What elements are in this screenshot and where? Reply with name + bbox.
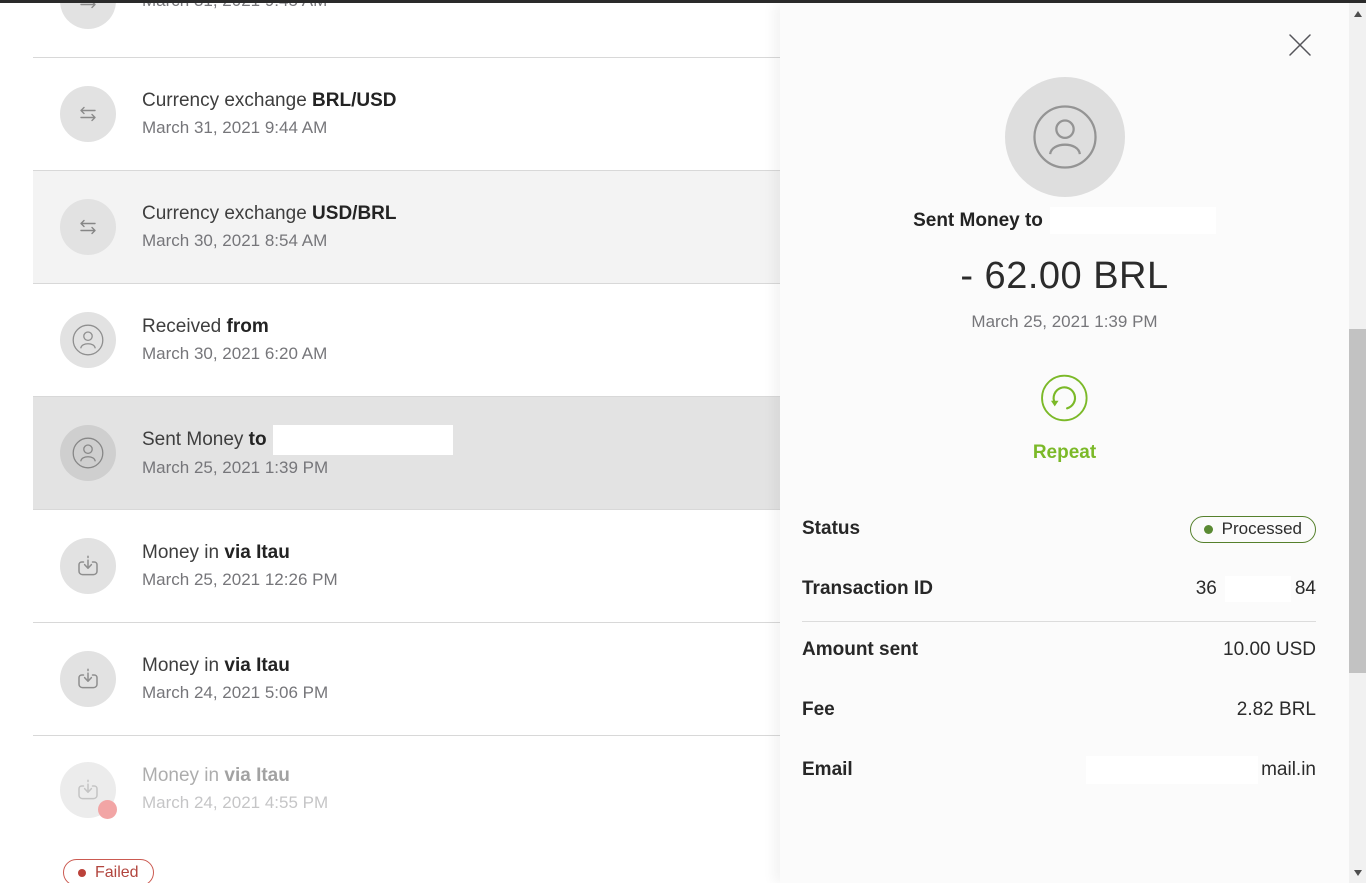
currency-exchange-icon xyxy=(76,215,100,239)
transaction-row-money-in-2[interactable]: Money in via Itau March 24, 2021 5:06 PM xyxy=(33,623,780,736)
transaction-amount: - 62.00 BRL xyxy=(780,255,1349,298)
transaction-date: March 25, 2021 1:39 PM xyxy=(780,312,1349,332)
row-date: March 30, 2021 6:20 AM xyxy=(142,341,327,367)
money-in-icon xyxy=(72,550,104,582)
status-badge: Processed xyxy=(1190,516,1316,543)
transaction-list: March 31, 2021 9:45 AM Currency exchange… xyxy=(0,3,780,883)
transaction-id-value: 36 84 xyxy=(1196,576,1316,602)
row-date: March 24, 2021 4:55 PM xyxy=(142,790,328,816)
transaction-row-exchange-usd-brl[interactable]: Currency exchange USD/BRL March 30, 2021… xyxy=(33,171,780,284)
avatar xyxy=(60,538,116,594)
redacted-name-box xyxy=(1050,207,1216,234)
transaction-id-label: Transaction ID xyxy=(802,578,933,600)
row-title: Currency exchange xyxy=(142,200,312,228)
transaction-row-money-in-1[interactable]: Money in via Itau March 25, 2021 12:26 P… xyxy=(33,510,780,623)
money-in-icon xyxy=(72,774,104,806)
recipient-avatar xyxy=(1005,77,1125,197)
transaction-row-exchange-partial[interactable]: March 31, 2021 9:45 AM xyxy=(33,3,780,58)
avatar xyxy=(60,425,116,481)
redacted-name-box xyxy=(273,425,453,455)
email-row: Email mail.in xyxy=(802,757,1316,783)
row-title: Money in xyxy=(142,539,224,567)
person-icon xyxy=(1032,104,1098,170)
detail-header: Sent Money to xyxy=(780,207,1349,234)
transaction-row-received-from[interactable]: Received from March 30, 2021 6:20 AM xyxy=(33,284,780,397)
transaction-id-row: Transaction ID 36 84 xyxy=(802,576,1316,602)
close-icon xyxy=(1289,34,1311,56)
person-icon xyxy=(72,437,104,469)
money-in-icon xyxy=(72,663,104,695)
vertical-scrollbar[interactable] xyxy=(1349,3,1366,883)
detail-fields: Status Processed Transaction ID 36 84 Am… xyxy=(802,516,1316,783)
transaction-row-money-in-failed[interactable]: Money in via Itau March 24, 2021 4:55 PM… xyxy=(33,736,780,883)
scroll-up-button[interactable] xyxy=(1349,5,1366,22)
row-title: Received xyxy=(142,313,227,341)
transaction-detail-panel: Sent Money to - 62.00 BRL March 25, 2021… xyxy=(780,3,1349,883)
detail-title: Sent Money to xyxy=(913,210,1043,232)
email-label: Email xyxy=(802,759,853,781)
transaction-row-sent-money-selected[interactable]: Sent Money to March 25, 2021 1:39 PM xyxy=(33,397,780,510)
failed-indicator-dot xyxy=(98,800,117,819)
avatar xyxy=(60,312,116,368)
status-label: Status xyxy=(802,518,860,540)
avatar xyxy=(60,3,116,29)
scroll-down-button[interactable] xyxy=(1349,864,1366,881)
status-value: Processed xyxy=(1222,519,1302,539)
amount-sent-row: Amount sent 10.00 USD xyxy=(802,637,1316,663)
scrollbar-thumb[interactable] xyxy=(1349,329,1366,673)
failed-status-badge: Failed xyxy=(63,859,154,883)
redacted-email-box xyxy=(1086,756,1258,784)
divider xyxy=(802,621,1316,622)
row-title: Currency exchange xyxy=(142,87,312,115)
row-title: Money in xyxy=(142,762,224,790)
avatar xyxy=(60,199,116,255)
repeat-icon xyxy=(1038,372,1090,424)
row-date: March 31, 2021 9:44 AM xyxy=(142,115,397,141)
repeat-label: Repeat xyxy=(1033,442,1096,464)
currency-exchange-icon xyxy=(76,3,100,13)
failed-badge-label: Failed xyxy=(95,864,139,882)
person-icon xyxy=(72,324,104,356)
amount-sent-value: 10.00 USD xyxy=(1223,639,1316,661)
failed-dot-icon xyxy=(78,869,86,877)
row-date: March 25, 2021 1:39 PM xyxy=(142,455,453,481)
close-button[interactable] xyxy=(1287,32,1313,58)
row-date: March 24, 2021 5:06 PM xyxy=(142,680,328,706)
row-title: Sent Money xyxy=(142,426,249,454)
transaction-row-exchange-brl-usd[interactable]: Currency exchange BRL/USD March 31, 2021… xyxy=(33,58,780,171)
avatar xyxy=(60,651,116,707)
fee-row: Fee 2.82 BRL xyxy=(802,697,1316,723)
status-dot-icon xyxy=(1204,525,1213,534)
redacted-id-box xyxy=(1225,576,1291,602)
avatar xyxy=(60,86,116,142)
row-date: March 25, 2021 12:26 PM xyxy=(142,567,338,593)
status-row: Status Processed xyxy=(802,516,1316,542)
repeat-button[interactable]: Repeat xyxy=(1033,372,1096,464)
arrow-up-icon xyxy=(1354,11,1362,17)
top-dark-strip xyxy=(0,0,1366,3)
amount-sent-label: Amount sent xyxy=(802,639,918,661)
fee-label: Fee xyxy=(802,699,835,721)
row-title: Money in xyxy=(142,652,224,680)
row-date: March 30, 2021 8:54 AM xyxy=(142,228,397,254)
email-value: mail.in xyxy=(1086,756,1316,784)
row-date: March 31, 2021 9:45 AM xyxy=(142,3,327,14)
arrow-down-icon xyxy=(1354,870,1362,876)
fee-value: 2.82 BRL xyxy=(1237,699,1316,721)
currency-exchange-icon xyxy=(76,102,100,126)
